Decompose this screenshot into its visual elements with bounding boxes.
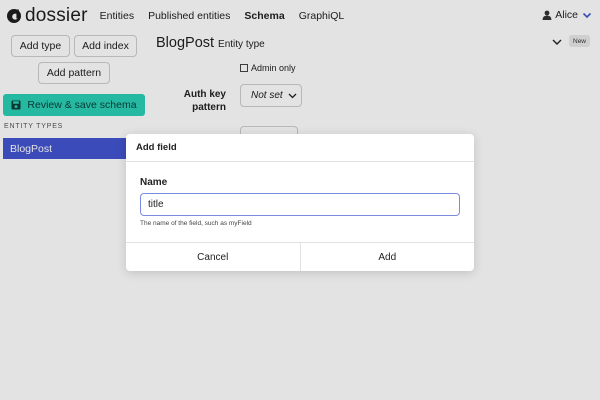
add-field-dialog: Add field Name The name of the field, su… — [126, 134, 474, 271]
dialog-footer: Cancel Add — [126, 242, 474, 271]
name-help-text: The name of the field, such as myField — [140, 220, 252, 227]
dialog-title: Add field — [126, 134, 474, 162]
add-button[interactable]: Add — [299, 243, 475, 271]
name-field-label: Name — [140, 177, 168, 188]
name-input[interactable] — [140, 193, 460, 216]
cancel-button[interactable]: Cancel — [126, 243, 300, 271]
